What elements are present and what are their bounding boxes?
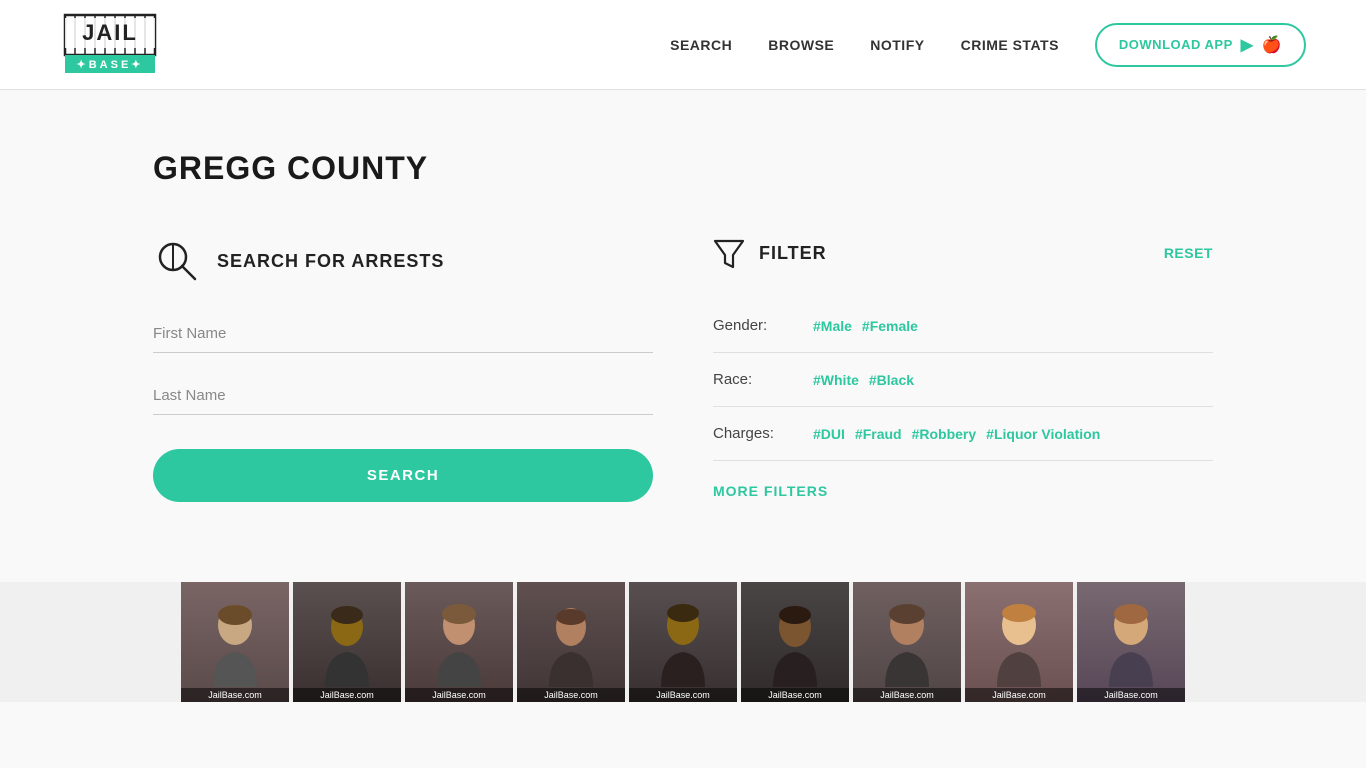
filter-heading-text: FILTER [759, 243, 827, 264]
mugshot-4[interactable]: JailBase.com [517, 582, 625, 702]
nav-browse[interactable]: BROWSE [768, 37, 834, 53]
gender-male-tag[interactable]: #Male [813, 318, 852, 334]
gender-filter-row: Gender: #Male #Female [713, 299, 1213, 353]
mugshot-watermark: JailBase.com [405, 688, 513, 702]
gender-label: Gender: [713, 317, 793, 334]
race-tags: #White #Black [813, 372, 914, 388]
search-heading-text: SEARCH FOR ARRESTS [217, 251, 444, 272]
filter-icon [713, 237, 745, 269]
mugshot-watermark: JailBase.com [853, 688, 961, 702]
search-heading: SEARCH FOR ARRESTS [153, 237, 653, 285]
charge-robbery-tag[interactable]: #Robbery [912, 426, 977, 442]
mugshot-3[interactable]: JailBase.com [405, 582, 513, 702]
race-filter-row: Race: #White #Black [713, 353, 1213, 407]
mugshot-watermark: JailBase.com [629, 688, 737, 702]
mugshot-watermark: JailBase.com [1077, 688, 1185, 702]
mugshot-8[interactable]: JailBase.com [965, 582, 1073, 702]
mugshot-watermark: JailBase.com [741, 688, 849, 702]
filter-panel: FILTER RESET Gender: #Male #Female Race:… [713, 237, 1213, 502]
first-name-input[interactable] [153, 315, 653, 353]
search-icon-wrapper [153, 237, 201, 285]
search-arrests-icon [155, 239, 199, 283]
reset-button[interactable]: RESET [1164, 245, 1213, 261]
main-nav: SEARCH BROWSE NOTIFY CRIME STATS DOWNLOA… [670, 23, 1306, 67]
header: JAIL ✦BASE✦ SEARCH BROWSE NOTIFY CRIME S… [0, 0, 1366, 90]
mugshot-7[interactable]: JailBase.com [853, 582, 961, 702]
mugshot-2[interactable]: JailBase.com [293, 582, 401, 702]
mugshot-9[interactable]: JailBase.com [1077, 582, 1185, 702]
more-filters-button[interactable]: MORE FILTERS [713, 483, 828, 499]
photo-strip: JailBase.com JailBase.com JailBase.com [0, 582, 1366, 702]
first-name-field [153, 315, 653, 353]
content-grid: SEARCH FOR ARRESTS SEARCH FILTER R [153, 237, 1213, 502]
search-button[interactable]: SEARCH [153, 449, 653, 502]
play-icon: ▶ [1241, 35, 1254, 55]
race-black-tag[interactable]: #Black [869, 372, 914, 388]
race-white-tag[interactable]: #White [813, 372, 859, 388]
race-label: Race: [713, 371, 793, 388]
logo-container: JAIL ✦BASE✦ [60, 10, 160, 80]
filter-left: FILTER [713, 237, 827, 269]
last-name-field [153, 377, 653, 415]
gender-tags: #Male #Female [813, 318, 918, 334]
logo[interactable]: JAIL ✦BASE✦ [60, 10, 160, 80]
search-panel: SEARCH FOR ARRESTS SEARCH [153, 237, 653, 502]
nav-crime-stats[interactable]: CRIME STATS [961, 37, 1059, 53]
mugshot-watermark: JailBase.com [181, 688, 289, 702]
charges-label: Charges: [713, 425, 793, 442]
download-app-label: DOWNLOAD APP [1119, 37, 1233, 52]
gender-female-tag[interactable]: #Female [862, 318, 918, 334]
charge-fraud-tag[interactable]: #Fraud [855, 426, 902, 442]
apple-icon: 🍎 [1262, 35, 1282, 55]
mugshot-watermark: JailBase.com [293, 688, 401, 702]
nav-notify[interactable]: NOTIFY [870, 37, 924, 53]
page-title: GREGG COUNTY [153, 150, 1213, 187]
svg-text:JAIL: JAIL [82, 20, 138, 45]
nav-search[interactable]: SEARCH [670, 37, 732, 53]
download-app-button[interactable]: DOWNLOAD APP ▶ 🍎 [1095, 23, 1306, 67]
mugshot-1[interactable]: JailBase.com [181, 582, 289, 702]
main-content: GREGG COUNTY SEARCH FOR ARRESTS [133, 90, 1233, 542]
filter-heading: FILTER RESET [713, 237, 1213, 269]
last-name-input[interactable] [153, 377, 653, 415]
mugshot-watermark: JailBase.com [517, 688, 625, 702]
mugshot-5[interactable]: JailBase.com [629, 582, 737, 702]
charges-tags: #DUI #Fraud #Robbery #Liquor Violation [813, 426, 1100, 442]
mugshot-watermark: JailBase.com [965, 688, 1073, 702]
charges-filter-row: Charges: #DUI #Fraud #Robbery #Liquor Vi… [713, 407, 1213, 461]
charge-liquor-tag[interactable]: #Liquor Violation [986, 426, 1100, 442]
mugshot-6[interactable]: JailBase.com [741, 582, 849, 702]
svg-text:✦BASE✦: ✦BASE✦ [77, 59, 144, 71]
charge-dui-tag[interactable]: #DUI [813, 426, 845, 442]
